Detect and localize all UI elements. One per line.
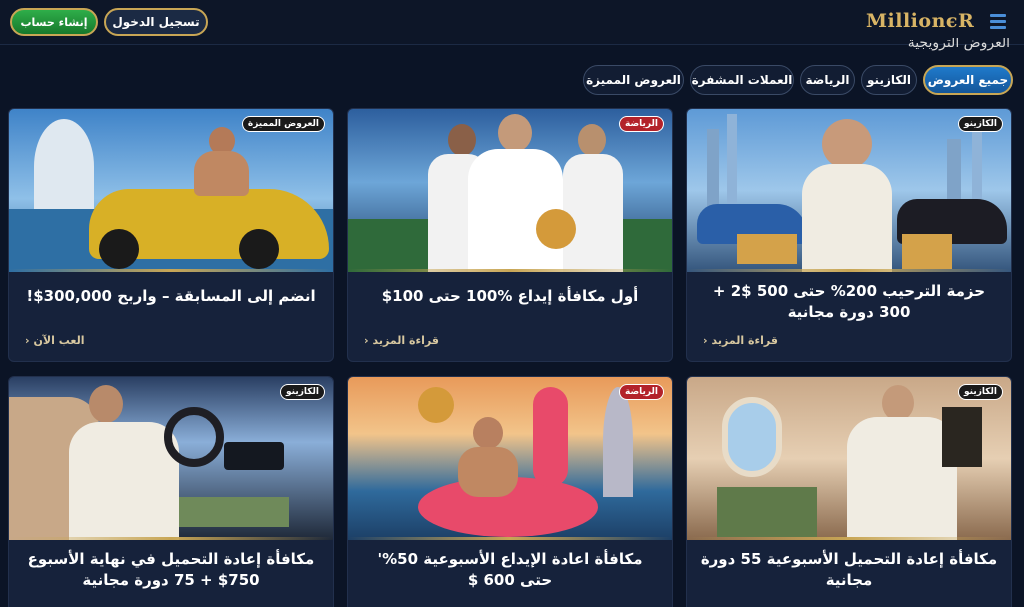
section-title: العروض الترويجية (907, 38, 1010, 51)
promo-title: مكافأة إعادة التحميل في نهاية الأسبوع 75… (27, 550, 315, 589)
read-more-link[interactable]: قراءة المزيد‹ (364, 334, 439, 347)
promo-image-contest (9, 109, 333, 272)
brand-logo[interactable]: MillionєR (866, 10, 974, 34)
category-badge: الكازينو (280, 384, 325, 400)
category-badge: العروض المميزة (241, 116, 325, 132)
chevron-left-icon: ‹ (703, 334, 708, 347)
promo-title: مكافأة اعادة الإيداع الأسبوعية 50%' حتى … (377, 550, 643, 589)
promo-card-first-deposit[interactable]: الرياضة أول مكافأة إيداع %100 حتى 100$ ق… (347, 108, 673, 362)
tab-sports[interactable]: الرياضة (800, 65, 855, 95)
promo-title: انضم إلى المسابقة – واربح 300,000$! (26, 287, 316, 305)
category-badge: الرياضة (619, 116, 664, 132)
play-now-link[interactable]: العب الآن‹ (25, 334, 84, 347)
chevron-left-icon: ‹ (25, 334, 30, 347)
promo-image-weekly-reload-spins (687, 377, 1011, 540)
top-header: إنشاء حساب تسجيل الدخول MillionєR (0, 0, 1024, 45)
category-badge: الكازينو (958, 384, 1003, 400)
promo-title: أول مكافأة إيداع %100 حتى 100$ (381, 287, 639, 305)
tab-featured[interactable]: العروض المميزة (583, 65, 684, 95)
promo-image-weekend-reload (9, 377, 333, 540)
tab-all-offers[interactable]: جميع العروض (923, 65, 1013, 95)
promo-image-welcome (687, 109, 1011, 272)
promo-image-weekly-redeposit (348, 377, 672, 540)
login-button[interactable]: تسجيل الدخول (104, 8, 208, 36)
tab-crypto[interactable]: العملات المشفرة (690, 65, 794, 95)
chevron-left-icon: ‹ (364, 334, 369, 347)
promo-title: مكافأة إعادة التحميل الأسبوعية 55 دورة م… (700, 550, 998, 589)
register-button[interactable]: إنشاء حساب (10, 8, 98, 36)
hamburger-menu-icon[interactable] (990, 14, 1006, 30)
category-badge: الرياضة (619, 384, 664, 400)
promo-card-welcome[interactable]: الكازينو حزمة الترحيب 200% حتى 500 $2 + … (686, 108, 1012, 362)
promo-card-weekly-reload-spins[interactable]: الكازينو مكافأة إعادة التحميل الأسبوعية … (686, 376, 1012, 607)
promo-image-first-deposit (348, 109, 672, 272)
promo-card-weekend-reload[interactable]: الكازينو مكافأة إعادة التحميل في نهاية ا… (8, 376, 334, 607)
promo-card-contest[interactable]: العروض المميزة انضم إلى المسابقة – واربح… (8, 108, 334, 362)
promo-card-weekly-redeposit[interactable]: الرياضة مكافأة اعادة الإيداع الأسبوعية 5… (347, 376, 673, 607)
read-more-link[interactable]: قراءة المزيد‹ (703, 334, 778, 347)
promo-title: حزمة الترحيب 200% حتى 500 $2 + 300 دورة … (712, 282, 986, 321)
tab-casino[interactable]: الكازينو (861, 65, 917, 95)
category-badge: الكازينو (958, 116, 1003, 132)
